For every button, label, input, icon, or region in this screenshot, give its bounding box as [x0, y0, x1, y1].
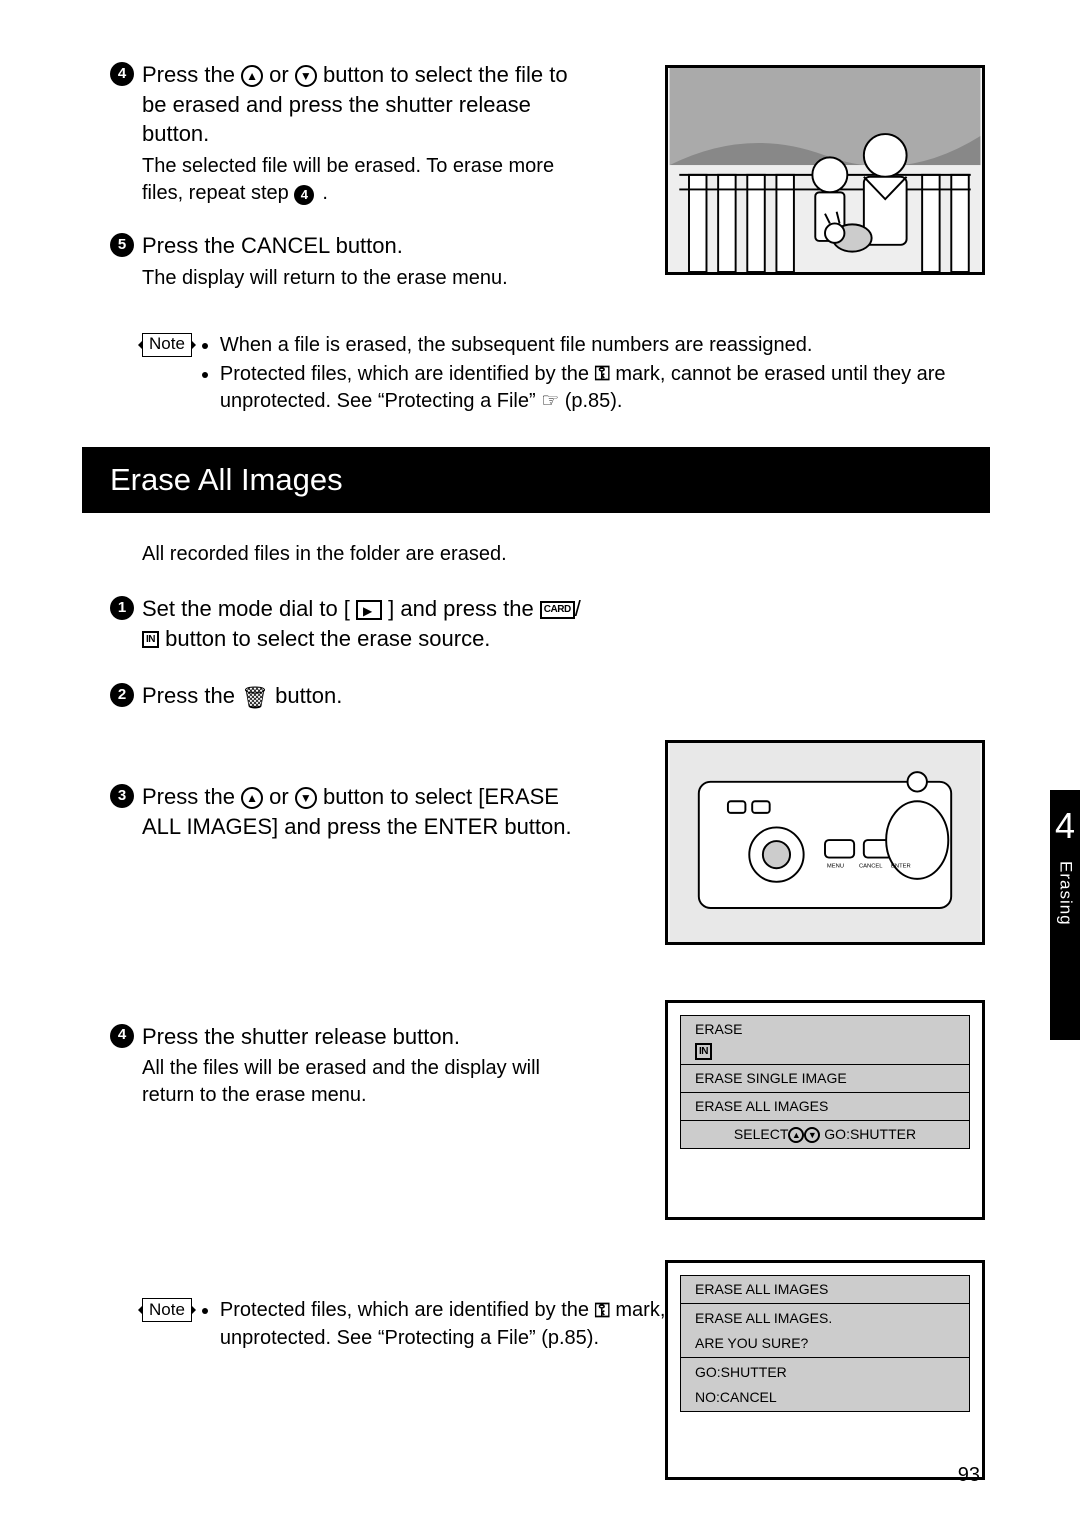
- step-5-text: Press the CANCEL button.: [142, 231, 582, 261]
- step-4b-sub: All the files will be erased and the dis…: [142, 1055, 582, 1109]
- up-arrow-icon: [788, 1127, 804, 1143]
- step-number-icon: 2: [110, 683, 134, 707]
- in-badge-icon: IN: [695, 1043, 712, 1061]
- step-3-text: Press the or button to select [ERASE ALL…: [142, 782, 582, 841]
- key-icon: ⚿: [595, 1298, 610, 1325]
- intro-text: All recorded files in the folder are era…: [142, 541, 990, 568]
- up-arrow-icon: [241, 787, 263, 809]
- menu-panel-confirm: ERASE ALL IMAGES ERASE ALL IMAGES. ARE Y…: [665, 1260, 985, 1480]
- step-2-text: Press the 🗑 button.: [142, 681, 582, 712]
- trash-icon: 🗑: [241, 683, 269, 713]
- step-number-icon: 1: [110, 596, 134, 620]
- chapter-label: Erasing: [1054, 861, 1077, 926]
- step-1-text: Set the mode dial to [ ] and press the C…: [142, 594, 582, 653]
- down-arrow-icon: [295, 787, 317, 809]
- in-icon: IN: [142, 631, 159, 649]
- note-block-top: Note When a file is erased, the subseque…: [142, 332, 990, 417]
- down-arrow-icon: [804, 1127, 820, 1143]
- section-header: Erase All Images: [82, 447, 990, 513]
- up-arrow-icon: [241, 65, 263, 87]
- menu-hint: SELECT GO:SHUTTER: [681, 1121, 969, 1148]
- step-4b-text: Press the shutter release button.: [142, 1022, 582, 1052]
- step-4-sub: The selected file will be erased. To era…: [142, 153, 582, 207]
- step-2: 2 Press the 🗑 button.: [110, 681, 990, 716]
- note-label: Note: [142, 333, 192, 357]
- svg-text:CANCEL: CANCEL: [859, 863, 883, 869]
- note-label: Note: [142, 1298, 192, 1322]
- illustration-camera: MENU CANCEL ENTER: [665, 740, 985, 945]
- playback-icon: [356, 600, 382, 620]
- chapter-number: 4: [1055, 802, 1075, 851]
- step-1: 1 Set the mode dial to [ ] and press the…: [110, 594, 990, 657]
- step-number-icon: 4: [110, 1024, 134, 1048]
- ref-step-icon: 4: [294, 185, 314, 205]
- chapter-tab: 4 Erasing: [1050, 790, 1080, 1040]
- key-icon: ⚿: [595, 361, 610, 388]
- svg-text:MENU: MENU: [827, 863, 844, 869]
- menu-title: ERASE: [695, 1020, 742, 1039]
- down-arrow-icon: [295, 65, 317, 87]
- illustration-photo: [665, 65, 985, 275]
- svg-text:ENTER: ENTER: [891, 863, 911, 869]
- menu-text: ERASE ALL IMAGES.: [681, 1304, 969, 1330]
- step-4-text: Press the or button to select the file t…: [142, 60, 582, 149]
- step-number-icon: 3: [110, 784, 134, 808]
- menu-hint: GO:SHUTTER: [681, 1358, 969, 1384]
- menu-text: ARE YOU SURE?: [681, 1330, 969, 1358]
- note-item: When a file is erased, the subsequent fi…: [220, 332, 990, 359]
- page-number: 93: [958, 1462, 980, 1489]
- note-item: Protected files, which are identified by…: [220, 361, 990, 415]
- menu-item: ERASE SINGLE IMAGE: [681, 1065, 969, 1093]
- menu-hint: NO:CANCEL: [681, 1384, 969, 1411]
- step-number-icon: 5: [110, 233, 134, 257]
- card-icon: CARD: [540, 601, 575, 619]
- menu-item: ERASE ALL IMAGES: [681, 1093, 969, 1121]
- menu-panel-erase: ERASE IN ERASE SINGLE IMAGE ERASE ALL IMA…: [665, 1000, 985, 1220]
- step-number-icon: 4: [110, 62, 134, 86]
- step-5-sub: The display will return to the erase men…: [142, 265, 582, 292]
- menu-title: ERASE ALL IMAGES: [681, 1276, 969, 1304]
